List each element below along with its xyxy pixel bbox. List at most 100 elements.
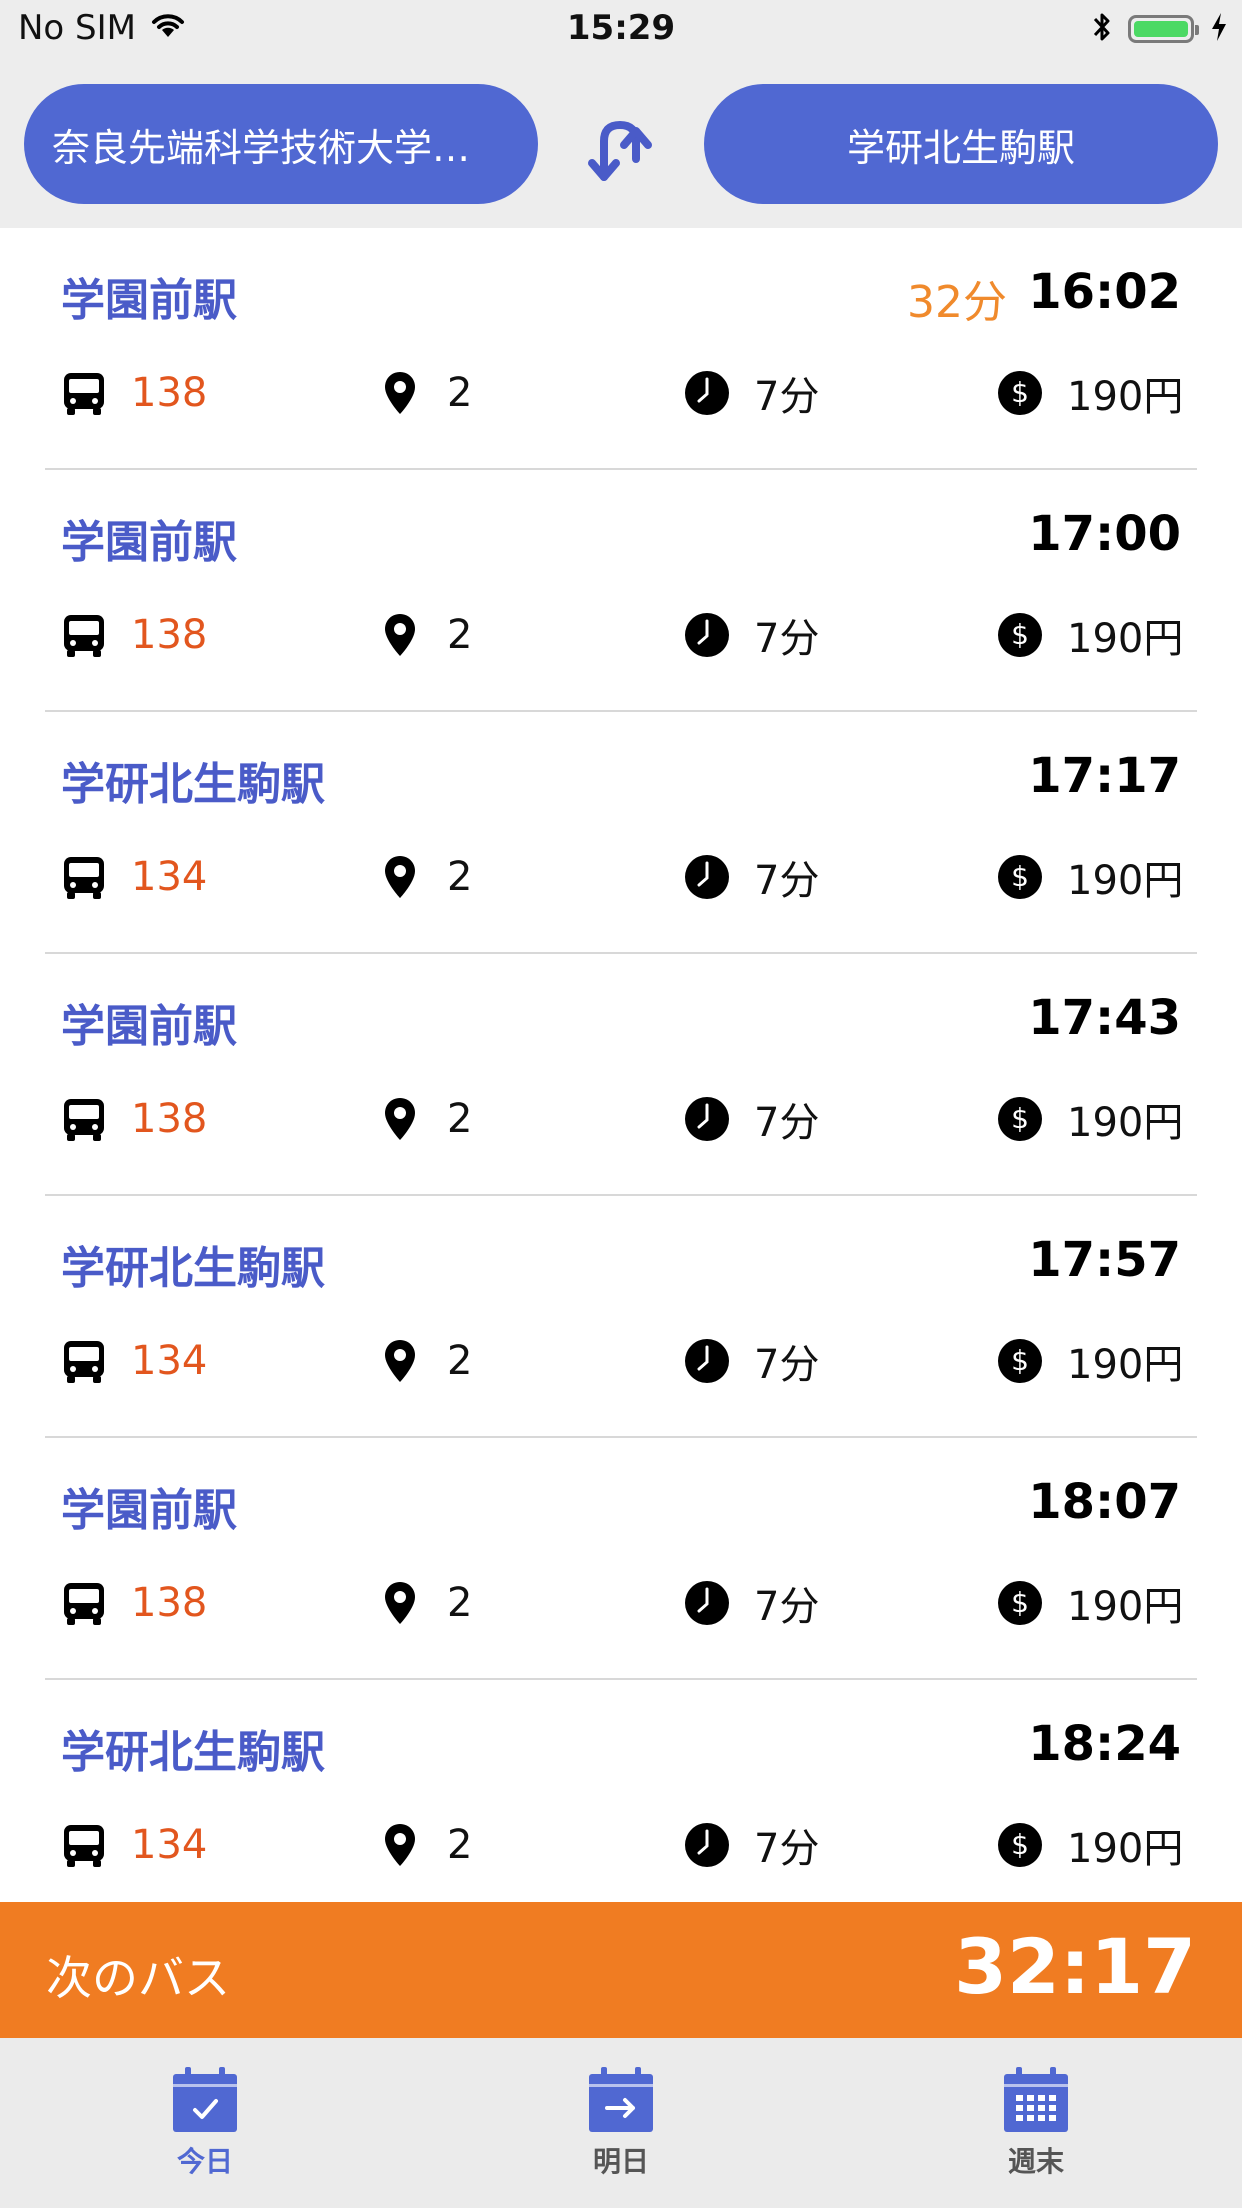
location-pin-icon xyxy=(375,1094,425,1144)
duration-info: 7分 xyxy=(682,1578,819,1630)
departure-row[interactable]: 学研北生駒駅 17:17 134 2 7分 $ 190円 xyxy=(45,712,1197,954)
departure-row[interactable]: 学園前駅 18:07 138 2 7分 $ 190円 xyxy=(45,1438,1197,1680)
clock-icon xyxy=(682,1094,732,1144)
departure-time: 17:00 xyxy=(1028,506,1181,562)
departure-row[interactable]: 学園前駅 32分 16:02 138 2 7分 $ 190円 xyxy=(45,228,1197,470)
tab-tomorrow[interactable]: 明日 xyxy=(551,2066,691,2180)
location-pin-icon xyxy=(375,1820,425,1870)
next-bus-countdown: 32:17 xyxy=(954,1922,1196,2011)
bus-icon xyxy=(59,1578,109,1628)
duration-text: 7分 xyxy=(754,374,820,420)
svg-text:$: $ xyxy=(1011,1102,1029,1135)
tab-weekend[interactable]: 週末 xyxy=(966,2066,1106,2180)
location-pin-icon xyxy=(375,610,425,660)
route-number: 138 xyxy=(131,1096,208,1142)
calendar-grid-icon xyxy=(1004,2067,1068,2132)
departure-time: 16:02 xyxy=(1028,264,1181,320)
dollar-icon: $ xyxy=(995,1094,1045,1144)
duration-info: 7分 xyxy=(682,1094,819,1146)
departure-time: 17:57 xyxy=(1028,1232,1181,1288)
tab-today[interactable]: 今日 xyxy=(135,2066,275,2180)
fare-text: 190円 xyxy=(1067,1342,1184,1388)
svg-text:$: $ xyxy=(1011,1344,1029,1377)
route-info: 134 xyxy=(59,1336,207,1386)
stops-count: 2 xyxy=(447,370,473,416)
fare-text: 190円 xyxy=(1067,1100,1184,1146)
duration-text: 7分 xyxy=(754,1584,820,1630)
duration-text: 7分 xyxy=(754,1342,820,1388)
bus-icon xyxy=(59,610,109,660)
status-bar: No SIM 15:29 xyxy=(0,0,1242,60)
route-info: 138 xyxy=(59,610,207,660)
departure-list: 学園前駅 32分 16:02 138 2 7分 $ 190円 学園前駅 17:0… xyxy=(0,228,1242,1920)
duration-text: 7分 xyxy=(754,858,820,904)
stops-count: 2 xyxy=(447,854,473,900)
departure-row[interactable]: 学研北生駒駅 18:24 134 2 7分 $ 190円 xyxy=(45,1680,1197,1920)
bus-icon xyxy=(59,852,109,902)
route-info: 138 xyxy=(59,1578,207,1628)
departure-time: 17:43 xyxy=(1028,990,1181,1046)
status-time: 15:29 xyxy=(566,8,676,48)
bluetooth-icon xyxy=(1092,10,1112,48)
route-info: 138 xyxy=(59,1094,207,1144)
status-right xyxy=(1092,10,1228,48)
stops-count: 2 xyxy=(447,1338,473,1384)
stops-info: 2 xyxy=(375,1578,472,1628)
departure-row[interactable]: 学研北生駒駅 17:57 134 2 7分 $ 190円 xyxy=(45,1196,1197,1438)
location-pin-icon xyxy=(375,368,425,418)
departure-time: 18:24 xyxy=(1028,1716,1181,1772)
fare-info: $ 190円 xyxy=(995,1336,1183,1388)
dollar-icon: $ xyxy=(995,610,1045,660)
battery-icon xyxy=(1128,15,1199,43)
stops-info: 2 xyxy=(375,1820,472,1870)
route-number: 134 xyxy=(131,1338,208,1384)
fare-text: 190円 xyxy=(1067,616,1184,662)
tab-weekend-label: 週末 xyxy=(1007,2145,1064,2178)
duration-info: 7分 xyxy=(682,368,819,420)
clock-icon xyxy=(682,852,732,902)
fare-info: $ 190円 xyxy=(995,1094,1183,1146)
bus-icon xyxy=(59,1094,109,1144)
departure-destination: 学園前駅 xyxy=(61,275,237,326)
dollar-icon: $ xyxy=(995,852,1045,902)
charging-icon xyxy=(1210,12,1228,46)
dollar-icon: $ xyxy=(995,1336,1045,1386)
clock-icon xyxy=(682,1336,732,1386)
stops-info: 2 xyxy=(375,610,472,660)
location-pin-icon xyxy=(375,1578,425,1628)
fare-info: $ 190円 xyxy=(995,852,1183,904)
duration-info: 7分 xyxy=(682,1336,819,1388)
station-header: 奈良先端科学技術大学… 学研北生駒駅 xyxy=(0,60,1242,228)
fare-info: $ 190円 xyxy=(995,368,1183,420)
next-bus-label: 次のバス xyxy=(46,1951,230,2005)
stops-count: 2 xyxy=(447,1580,473,1626)
location-pin-icon xyxy=(375,1336,425,1386)
to-station-button[interactable]: 学研北生駒駅 xyxy=(704,84,1218,204)
route-info: 134 xyxy=(59,1820,207,1870)
fare-text: 190円 xyxy=(1067,374,1184,420)
departure-row[interactable]: 学園前駅 17:00 138 2 7分 $ 190円 xyxy=(45,470,1197,712)
dollar-icon: $ xyxy=(995,368,1045,418)
fare-info: $ 190円 xyxy=(995,610,1183,662)
from-station-button[interactable]: 奈良先端科学技術大学… xyxy=(24,84,538,204)
location-pin-icon xyxy=(375,852,425,902)
stops-info: 2 xyxy=(375,1094,472,1144)
duration-info: 7分 xyxy=(682,852,819,904)
stops-count: 2 xyxy=(447,1096,473,1142)
departure-destination: 学園前駅 xyxy=(61,517,237,568)
stops-info: 2 xyxy=(375,852,472,902)
dollar-icon: $ xyxy=(995,1578,1045,1628)
departure-row[interactable]: 学園前駅 17:43 138 2 7分 $ 190円 xyxy=(45,954,1197,1196)
route-number: 134 xyxy=(131,1822,208,1868)
route-info: 138 xyxy=(59,368,207,418)
swap-icon xyxy=(588,120,652,181)
duration-text: 7分 xyxy=(754,1826,820,1872)
dollar-icon: $ xyxy=(995,1820,1045,1870)
duration-info: 7分 xyxy=(682,1820,819,1872)
to-station-label: 学研北生駒駅 xyxy=(846,125,1075,170)
route-number: 138 xyxy=(131,1580,208,1626)
next-bus-bar: 次のバス 32:17 xyxy=(0,1902,1242,2038)
calendar-arrow-icon xyxy=(589,2067,653,2132)
swap-stations-button[interactable] xyxy=(578,108,662,192)
duration-info: 7分 xyxy=(682,610,819,662)
